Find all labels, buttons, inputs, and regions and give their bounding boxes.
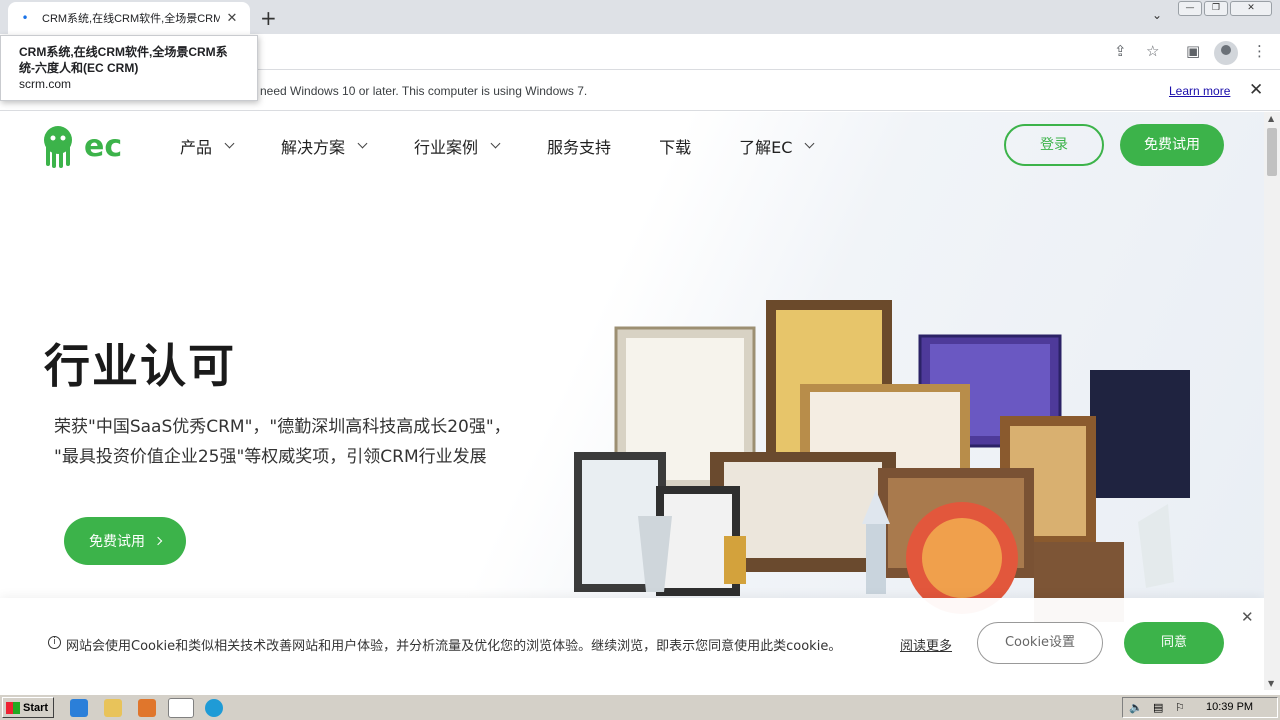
network-icon[interactable]: ▤ xyxy=(1153,701,1163,714)
svg-text:ec: ec xyxy=(84,129,122,164)
hero-trial-button[interactable]: 免费试用 xyxy=(64,517,186,565)
cookie-banner: i 网站会使用Cookie和类似相关技术改善网站和用户体验，并分析流量及优化您的… xyxy=(0,598,1264,690)
ec-logo[interactable]: ec xyxy=(38,122,138,172)
nav-label: 产品 xyxy=(180,138,213,157)
scrollbar-thumb[interactable] xyxy=(1267,128,1277,176)
hero-subtitle-line: 荣获"中国SaaS优秀CRM"，"德勤深圳高科技高成长20强"， xyxy=(54,417,511,437)
free-trial-button[interactable]: 免费试用 xyxy=(1120,124,1224,166)
hero-title: 行业认可 xyxy=(44,339,236,393)
star-icon[interactable]: ☆ xyxy=(1146,42,1159,60)
cookie-agree-button[interactable]: 同意 xyxy=(1124,622,1224,664)
chevron-right-icon xyxy=(153,536,163,546)
windows-logo-icon xyxy=(6,701,20,714)
new-tab-icon[interactable]: + xyxy=(260,6,277,30)
close-window-icon[interactable]: ✕ xyxy=(1230,1,1272,16)
hero-trial-label: 免费试用 xyxy=(89,534,145,550)
infobar-message: l need Windows 10 or later. This compute… xyxy=(254,84,588,98)
scroll-up-icon[interactable]: ▲ xyxy=(1268,114,1274,123)
menu-dots-icon[interactable]: ⋮ xyxy=(1252,42,1267,60)
nav-label: 下载 xyxy=(659,138,692,157)
learn-more-link[interactable]: Learn more xyxy=(1169,84,1230,98)
web-page: ec 产品 解决方案 行业案例 服务支持 下载 了解EC 登录 免费试用 行业认… xyxy=(0,112,1264,690)
nav-item-about[interactable]: 了解EC xyxy=(739,134,815,158)
scroll-down-icon[interactable]: ▼ xyxy=(1268,679,1274,688)
cookie-settings-button[interactable]: Cookie设置 xyxy=(977,622,1103,664)
nav-item-solutions[interactable]: 解决方案 xyxy=(281,134,368,158)
nav-label: 解决方案 xyxy=(281,138,346,157)
tab-tooltip: CRM系统,在线CRM软件,全场景CRM系统-六度人和(EC CRM) scrm… xyxy=(0,35,258,101)
start-button[interactable]: Start xyxy=(2,697,54,718)
close-tab-icon[interactable]: ✕ xyxy=(224,11,240,26)
main-nav: 产品 解决方案 行业案例 服务支持 下载 了解EC xyxy=(180,134,861,158)
start-label: Start xyxy=(23,701,49,714)
chrome-taskbar-button[interactable] xyxy=(168,698,194,718)
restore-icon[interactable]: ❐ xyxy=(1204,1,1228,16)
browser-tabstrip: • CRM系统,在线CRM软件,全场景CRM ✕ + ⌄ — ❐ ✕ xyxy=(0,0,1280,34)
internet-explorer-icon[interactable] xyxy=(70,699,88,717)
chevron-down-icon xyxy=(224,138,235,149)
minimize-icon[interactable]: — xyxy=(1178,1,1202,16)
side-panel-icon[interactable]: ▣ xyxy=(1186,42,1200,60)
info-icon: i xyxy=(48,636,61,649)
share-icon[interactable]: ⇪ xyxy=(1114,42,1127,60)
nav-label: 服务支持 xyxy=(547,138,612,157)
nav-item-cases[interactable]: 行业案例 xyxy=(414,134,501,158)
tooltip-domain: scrm.com xyxy=(19,77,71,91)
tab-title: CRM系统,在线CRM软件,全场景CRM xyxy=(42,13,220,25)
browser-tab[interactable]: • CRM系统,在线CRM软件,全场景CRM ✕ xyxy=(8,2,250,34)
loading-icon: • xyxy=(21,11,29,25)
clock: 10:39 PM xyxy=(1206,701,1254,713)
page-scrollbar[interactable]: ▲ ▼ xyxy=(1264,112,1280,690)
cookie-text: 网站会使用Cookie和类似相关技术改善网站和用户体验，并分析流量及优化您的浏览… xyxy=(66,639,842,654)
tooltip-title: CRM系统,在线CRM软件,全场景CRM系统-六度人和(EC CRM) xyxy=(19,45,228,75)
window-controls: — ❐ ✕ xyxy=(1178,1,1272,16)
chevron-down-icon xyxy=(490,138,501,149)
login-button[interactable]: 登录 xyxy=(1004,124,1104,166)
chevron-down-icon xyxy=(804,138,815,149)
nav-label: 行业案例 xyxy=(414,138,479,157)
flag-icon[interactable]: ⚐ xyxy=(1175,701,1185,714)
file-explorer-icon[interactable] xyxy=(104,699,122,717)
system-tray: 🔈 ▤ ⚐ xyxy=(1122,697,1278,718)
read-more-link[interactable]: 阅读更多 xyxy=(900,635,952,654)
volume-icon[interactable]: 🔈 xyxy=(1129,701,1143,714)
chevron-down-icon xyxy=(357,138,368,149)
nav-item-download[interactable]: 下载 xyxy=(659,134,691,158)
profile-avatar[interactable] xyxy=(1214,41,1238,65)
nav-item-support[interactable]: 服务支持 xyxy=(547,134,611,158)
media-player-icon[interactable] xyxy=(138,699,156,717)
chevron-down-icon[interactable]: ⌄ xyxy=(1152,8,1162,22)
nav-item-products[interactable]: 产品 xyxy=(180,134,235,158)
hero-subtitle: 荣获"中国SaaS优秀CRM"，"德勤深圳高科技高成长20强"， "最具投资价值… xyxy=(54,412,554,472)
hero-subtitle-line: "最具投资价值企业25强"等权威奖项，引领CRM行业发展 xyxy=(54,447,487,467)
nav-label: 了解EC xyxy=(739,138,793,157)
close-infobar-icon[interactable]: ✕ xyxy=(1249,80,1263,100)
windows-taskbar: Start 🔈 ▤ ⚐ 10:39 PM xyxy=(0,694,1280,720)
edge-icon[interactable] xyxy=(205,699,223,717)
close-cookie-icon[interactable]: ✕ xyxy=(1241,608,1254,626)
